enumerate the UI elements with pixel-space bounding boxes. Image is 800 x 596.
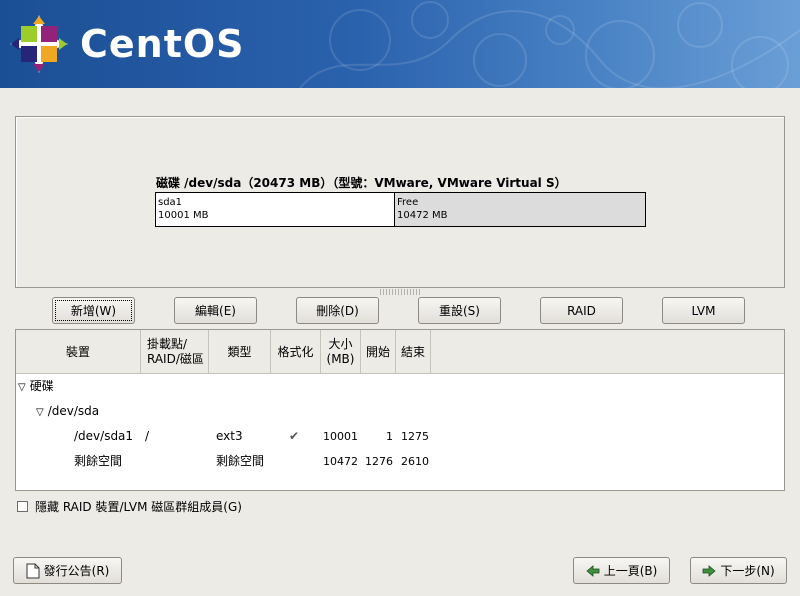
cell-format: ✔ [289, 429, 300, 443]
segment-name: Free [397, 197, 419, 208]
disk-layout-panel: 磁碟 /dev/sda（20473 MB）（型號：VMware, VMware … [15, 116, 785, 288]
column-type[interactable]: 類型 [209, 330, 271, 374]
table-header: 裝置 掛載點/ RAID/磁區 類型 格式化 大小 (MB) 開始 結束 [16, 330, 784, 374]
next-button[interactable]: 下一步(N) [690, 557, 787, 584]
cell-size: 10001 [323, 430, 358, 443]
cell-device: 剩餘空間 [74, 454, 123, 468]
back-button[interactable]: 上一頁(B) [573, 557, 670, 584]
edit-button[interactable]: 編輯(E) [174, 297, 257, 324]
document-icon [26, 563, 40, 578]
back-label: 上一頁(B) [603, 564, 658, 578]
delete-button[interactable]: 刪除(D) [296, 297, 379, 324]
segment-size: 10472 MB [397, 210, 448, 221]
triangle-down-icon[interactable]: ▽ [18, 375, 26, 400]
cell-size: 10472 [323, 455, 358, 468]
release-notes-label: 發行公告(R) [43, 564, 110, 578]
row-label: /dev/sda [47, 404, 100, 418]
cell-mount: / [145, 429, 150, 443]
release-notes-button[interactable]: 發行公告(R) [13, 557, 122, 584]
triangle-down-icon[interactable]: ▽ [36, 400, 44, 425]
cell-device: /dev/sda1 [74, 429, 134, 443]
hide-members-label[interactable]: 隱藏 RAID 裝置/LVM 磁區群組成員(G) [35, 498, 242, 515]
lvm-button[interactable]: LVM [662, 297, 745, 324]
table-row[interactable]: /dev/sda1 / ext3 ✔ 10001 1 1275 [16, 424, 784, 449]
column-device[interactable]: 裝置 [16, 330, 141, 374]
cell-type: 剩餘空間 [216, 454, 265, 468]
cell-start: 1276 [365, 455, 393, 468]
arrow-right-icon [702, 564, 716, 577]
tree-row-hard-disks[interactable]: ▽ 硬碟 [16, 374, 784, 399]
cell-start: 1 [386, 430, 393, 443]
disk-bar: sda1 10001 MB Free 10472 MB [155, 192, 646, 227]
cell-type: ext3 [216, 429, 243, 443]
tree-row-sda[interactable]: ▽/dev/sda [16, 399, 784, 424]
arrow-left-icon [586, 564, 600, 577]
partition-tree[interactable]: 裝置 掛載點/ RAID/磁區 類型 格式化 大小 (MB) 開始 結束 ▽ 硬碟… [15, 329, 785, 491]
table-row[interactable]: 剩餘空間 剩餘空間 10472 1276 2610 [16, 449, 784, 474]
brand-name: CentOS [80, 22, 245, 66]
column-start[interactable]: 開始 [361, 330, 396, 374]
disk-title: 磁碟 /dev/sda（20473 MB）（型號：VMware, VMware … [156, 176, 567, 190]
new-button[interactable]: 新增(W) [52, 297, 135, 324]
column-size[interactable]: 大小 (MB) [321, 330, 361, 374]
segment-size: 10001 MB [158, 210, 209, 221]
disk-segment-sda1[interactable]: sda1 10001 MB [156, 193, 395, 226]
row-label: 硬碟 [29, 379, 54, 393]
header-banner: CentOS [0, 0, 800, 88]
column-format[interactable]: 格式化 [271, 330, 321, 374]
cell-end: 1275 [401, 430, 429, 443]
segment-name: sda1 [158, 197, 183, 208]
column-end[interactable]: 結束 [396, 330, 431, 374]
centos-logo-icon [10, 15, 68, 73]
disk-segment-free[interactable]: Free 10472 MB [395, 193, 645, 226]
reset-button[interactable]: 重設(S) [418, 297, 501, 324]
column-mount[interactable]: 掛載點/ RAID/磁區 [141, 330, 209, 374]
next-label: 下一步(N) [720, 564, 775, 578]
raid-button[interactable]: RAID [540, 297, 623, 324]
hide-members-checkbox[interactable] [17, 501, 28, 512]
pane-resize-handle[interactable] [380, 289, 420, 295]
cell-end: 2610 [401, 455, 429, 468]
